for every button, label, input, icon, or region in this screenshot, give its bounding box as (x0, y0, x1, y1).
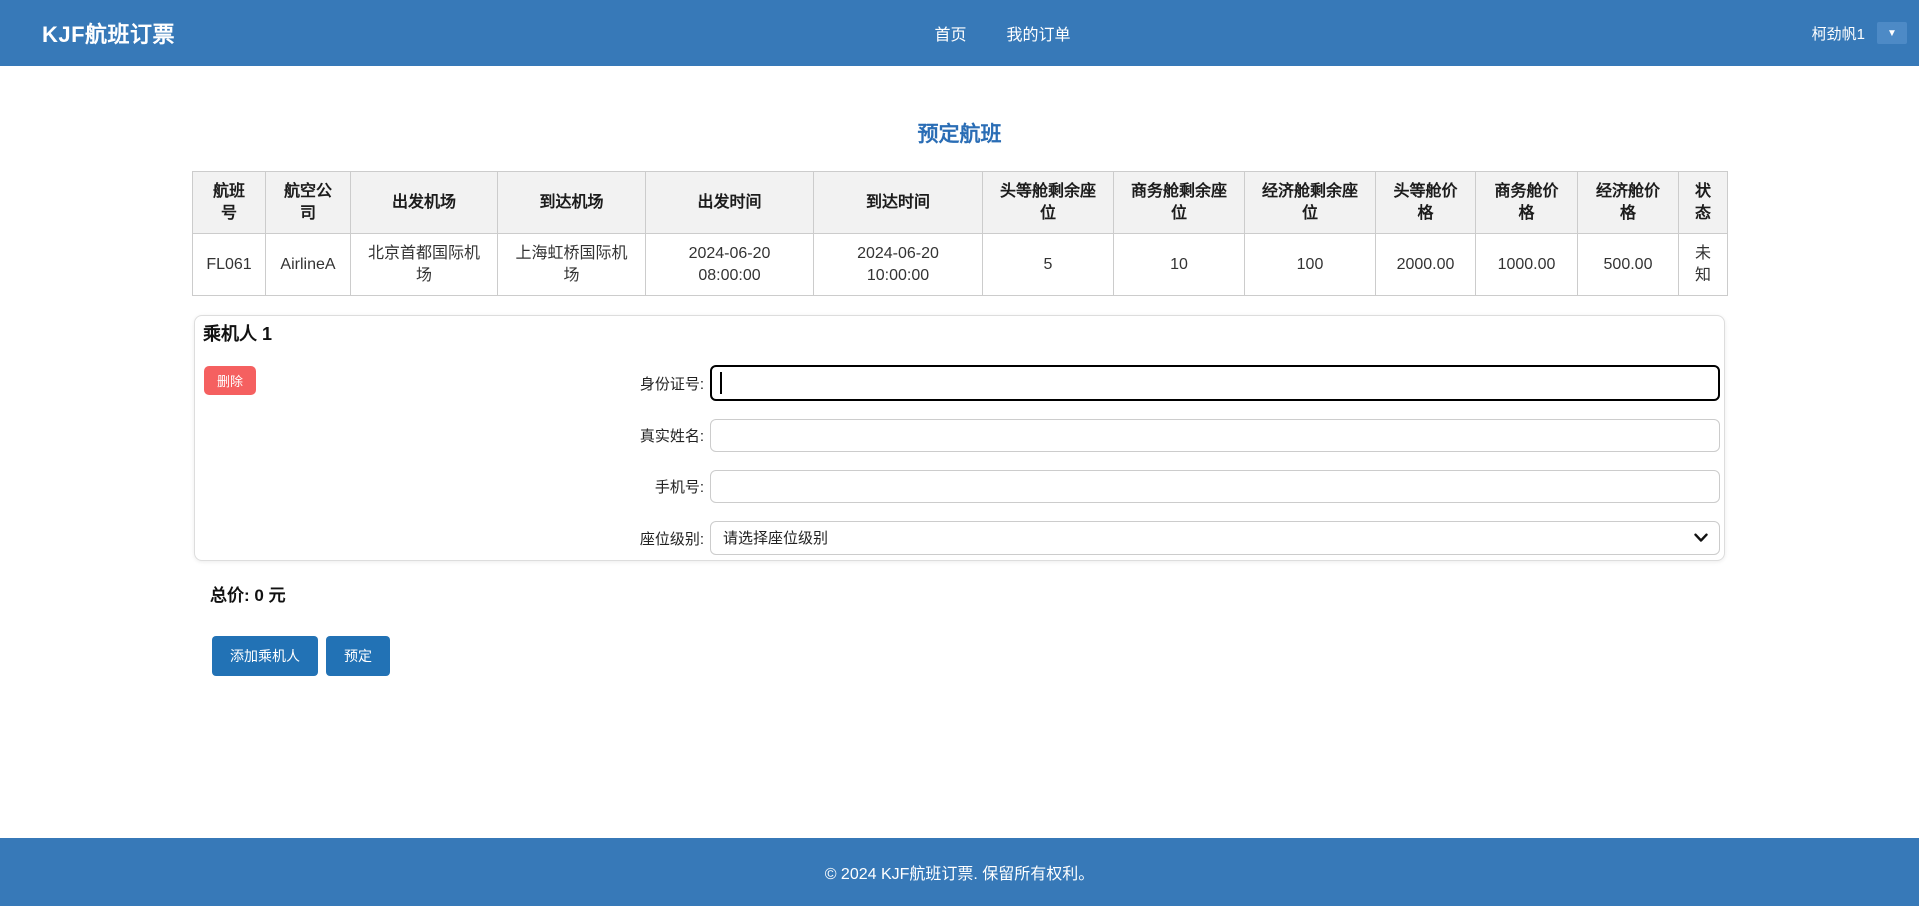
page: KJF航班订票 首页 我的订单 柯劲帆1 ▼ 预定航班 航班号 航空公司 出发机… (0, 0, 1919, 906)
col-header-departure-airport: 出发机场 (351, 172, 498, 234)
total-price-label: 总价: (210, 586, 250, 605)
cell-arrival-time: 2024-06-20 10:00:00 (814, 234, 983, 296)
col-header-business-class-price: 商务舱价格 (1476, 172, 1578, 234)
phone-input[interactable] (710, 470, 1720, 503)
col-header-economy-class-price: 经济舱价格 (1578, 172, 1679, 234)
seat-level-label: 座位级别: (199, 528, 710, 549)
text-caret (720, 372, 722, 394)
brand-logo: KJF航班订票 (42, 17, 175, 49)
real-name-input[interactable] (710, 419, 1720, 452)
book-button[interactable]: 预定 (326, 636, 390, 676)
main-nav: 首页 我的订单 (934, 21, 1070, 45)
id-number-input[interactable] (710, 365, 1720, 401)
cell-first-class-seats: 5 (983, 234, 1114, 296)
col-header-first-class-seats: 头等舱剩余座位 (983, 172, 1114, 234)
seat-level-select[interactable]: 请选择座位级别 (710, 521, 1720, 555)
flight-table-row: FL061 AirlineA 北京首都国际机场 上海虹桥国际机场 2024-06… (193, 234, 1728, 296)
username[interactable]: 柯劲帆1 (1812, 23, 1865, 44)
cell-departure-time: 2024-06-20 08:00:00 (646, 234, 814, 296)
col-header-flight-no: 航班号 (193, 172, 266, 234)
col-header-arrival-time: 到达时间 (814, 172, 983, 234)
main-content: 预定航班 航班号 航空公司 出发机场 到达机场 出发时间 到达时间 头等舱剩余座… (0, 66, 1919, 838)
total-price-value: 0 (254, 586, 263, 605)
delete-passenger-button[interactable]: 删除 (204, 366, 256, 395)
user-area: 柯劲帆1 ▼ (1812, 22, 1909, 44)
phone-label: 手机号: (199, 476, 710, 497)
col-header-status: 状态 (1679, 172, 1728, 234)
cell-first-class-price: 2000.00 (1376, 234, 1476, 296)
col-header-first-class-price: 头等舱价格 (1376, 172, 1476, 234)
col-header-arrival-airport: 到达机场 (498, 172, 646, 234)
cell-arrival-airport: 上海虹桥国际机场 (498, 234, 646, 296)
cell-flight-no: FL061 (193, 234, 266, 296)
user-dropdown-button[interactable]: ▼ (1877, 22, 1907, 44)
footer-copyright-text: © 2024 KJF航班订票. 保留所有权利。 (825, 860, 1095, 884)
passenger-panel: 乘机人 1 删除 身份证号: 真实姓名: (194, 315, 1725, 561)
cell-economy-class-seats: 100 (1245, 234, 1376, 296)
flight-table: 航班号 航空公司 出发机场 到达机场 出发时间 到达时间 头等舱剩余座位 商务舱… (192, 171, 1728, 296)
chevron-down-icon: ▼ (1887, 28, 1897, 39)
passenger-fields: 身份证号: 真实姓名: 手机号: (199, 365, 1720, 555)
nav-home-link[interactable]: 首页 (934, 21, 966, 45)
cell-business-class-price: 1000.00 (1476, 234, 1578, 296)
col-header-airline: 航空公司 (266, 172, 351, 234)
real-name-label: 真实姓名: (199, 425, 710, 446)
phone-row: 手机号: (199, 470, 1720, 503)
real-name-row: 真实姓名: (199, 419, 1720, 452)
flight-table-header: 航班号 航空公司 出发机场 到达机场 出发时间 到达时间 头等舱剩余座位 商务舱… (193, 172, 1728, 234)
total-price-unit: 元 (269, 586, 286, 605)
footer: © 2024 KJF航班订票. 保留所有权利。 (0, 838, 1919, 906)
cell-departure-airport: 北京首都国际机场 (351, 234, 498, 296)
cell-status: 未知 (1679, 234, 1728, 296)
cell-economy-class-price: 500.00 (1578, 234, 1679, 296)
add-passenger-button[interactable]: 添加乘机人 (212, 636, 318, 676)
col-header-business-class-seats: 商务舱剩余座位 (1114, 172, 1245, 234)
seat-level-row: 座位级别: 请选择座位级别 (199, 521, 1720, 555)
col-header-economy-class-seats: 经济舱剩余座位 (1245, 172, 1376, 234)
navbar: KJF航班订票 首页 我的订单 柯劲帆1 ▼ (0, 0, 1919, 66)
id-number-label: 身份证号: (199, 373, 710, 394)
page-title: 预定航班 (192, 124, 1727, 145)
cell-business-class-seats: 10 (1114, 234, 1245, 296)
action-buttons: 添加乘机人 预定 (212, 636, 1727, 676)
total-price: 总价: 0 元 (210, 581, 1727, 606)
nav-my-orders-link[interactable]: 我的订单 (1007, 21, 1071, 45)
col-header-departure-time: 出发时间 (646, 172, 814, 234)
cell-airline: AirlineA (266, 234, 351, 296)
id-number-row: 身份证号: (199, 365, 1720, 401)
passenger-title: 乘机人 1 (203, 322, 1720, 346)
